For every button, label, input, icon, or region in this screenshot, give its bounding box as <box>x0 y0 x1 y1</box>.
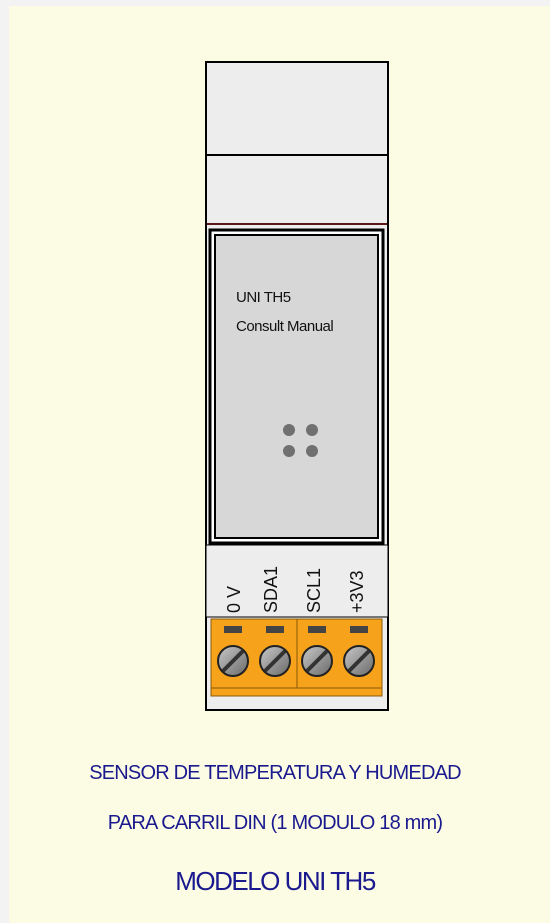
caption-line-2: PARA CARRIL DIN (1 MODULO 18 mm) <box>107 812 443 834</box>
screw-3v3 <box>343 645 375 677</box>
front-panel <box>214 234 379 539</box>
panel-label-model: UNI TH5 <box>236 289 291 306</box>
screw-scl1 <box>301 645 333 677</box>
terminal-label-sda1: SDA1 <box>261 566 281 613</box>
top-cap-lower <box>205 154 389 225</box>
terminal-label-scl1: SCL1 <box>304 568 324 613</box>
screw-sda1 <box>259 645 291 677</box>
caption-line-1: SENSOR DE TEMPERATURA Y HUMEDAD <box>89 762 461 784</box>
terminal-block-rail <box>210 687 383 697</box>
model-title: MODELO UNI TH5 <box>175 866 376 896</box>
panel-label-manual: Consult Manual <box>236 318 333 335</box>
top-cap-upper <box>205 61 389 156</box>
terminal-label-3v3: +3V3 <box>347 570 367 613</box>
screw-0v <box>217 645 249 677</box>
terminal-label-0v: 0 V <box>224 586 244 613</box>
